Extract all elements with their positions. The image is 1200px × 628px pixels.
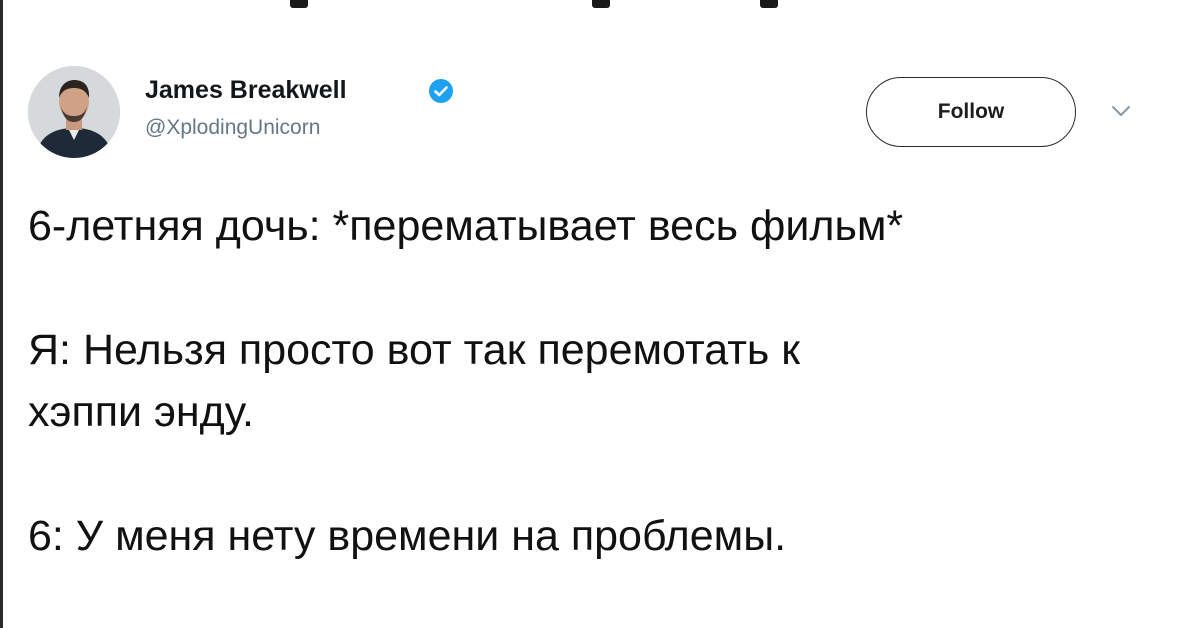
user-avatar[interactable] [28, 66, 120, 158]
tweet-card: James Breakwell @XplodingUnicorn Follow … [0, 0, 1200, 628]
user-display-name[interactable]: James Breakwell [145, 76, 347, 105]
chevron-down-icon[interactable] [1110, 104, 1132, 118]
follow-button-label: Follow [937, 100, 1005, 123]
verified-badge-icon [429, 79, 453, 103]
tweet-text: 6-летняя дочь: *перематывает весь фильм*… [28, 195, 1178, 567]
tweet-text-line: 6-летняя дочь: *перематывает весь фильм* [28, 202, 904, 250]
tweet-text-line: Я: Нельзя просто вот так перемотать к [28, 326, 801, 374]
user-handle[interactable]: @XplodingUnicorn [145, 116, 320, 140]
tweet-text-line: хэппи энду. [28, 388, 254, 436]
avatar-photo-icon [28, 66, 120, 158]
follow-button[interactable]: Follow [866, 77, 1076, 147]
tweet-text-line: 6: У меня нету времени на проблемы. [28, 512, 787, 560]
